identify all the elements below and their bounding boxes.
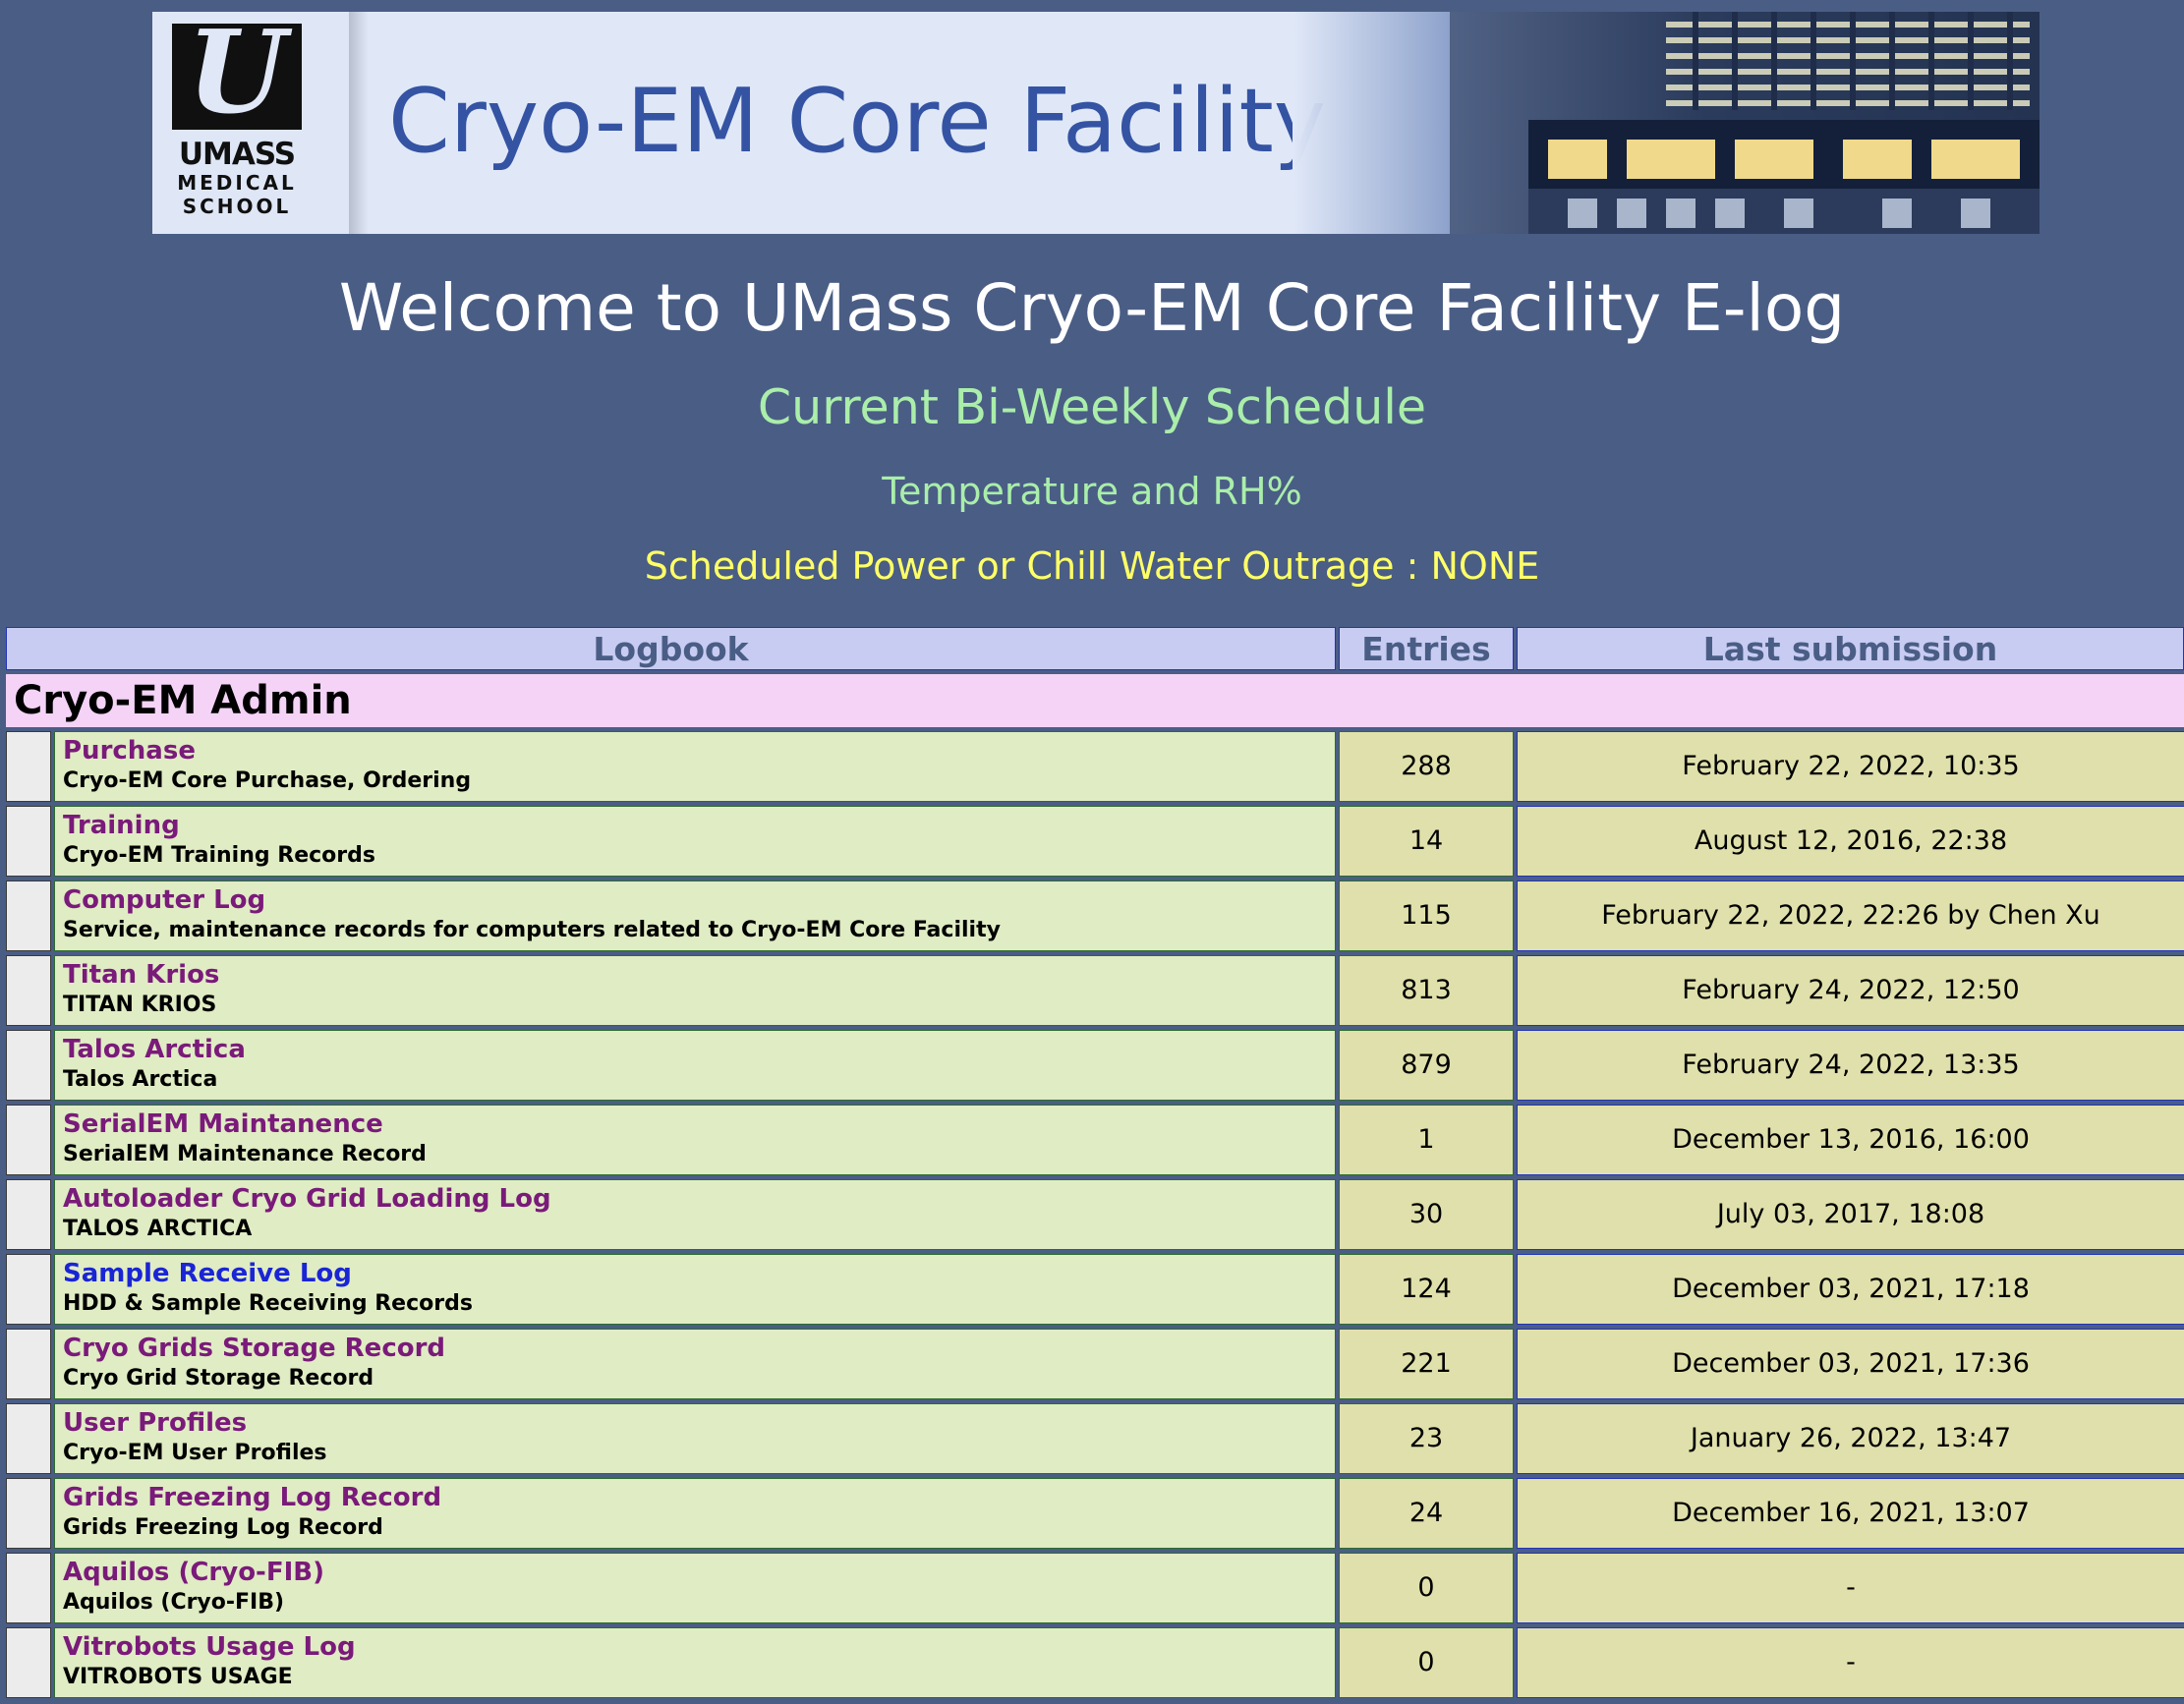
umass-logo[interactable]: U UMASS MEDICAL SCHOOL [152, 12, 352, 234]
last-submission: - [1517, 1627, 2184, 1698]
table-row: Purchase Cryo-EM Core Purchase, Ordering… [6, 731, 2184, 802]
banner: U UMASS MEDICAL SCHOOL Cryo-EM Core Faci… [152, 12, 2040, 234]
last-submission: February 24, 2022, 12:50 [1517, 955, 2184, 1026]
entries-count: 879 [1339, 1030, 1514, 1101]
logbook-description: Cryo-EM Training Records [63, 843, 375, 868]
entries-count: 288 [1339, 731, 1514, 802]
logbook-cell: Vitrobots Usage Log VITROBOTS USAGE [54, 1627, 1336, 1698]
logbook-cell: Training Cryo-EM Training Records [54, 806, 1336, 877]
logo-line-3: SCHOOL [182, 195, 292, 218]
logbook-link[interactable]: Cryo Grids Storage Record [63, 1330, 1335, 1364]
entries-count: 813 [1339, 955, 1514, 1026]
last-submission: December 03, 2021, 17:18 [1517, 1254, 2184, 1325]
table-row: Aquilos (Cryo-FIB) Aquilos (Cryo-FIB) 0 … [6, 1553, 2184, 1623]
outage-notice: Scheduled Power or Chill Water Outrage :… [644, 544, 1540, 588]
logbook-cell: Aquilos (Cryo-FIB) Aquilos (Cryo-FIB) [54, 1553, 1336, 1623]
column-header-entries: Entries [1339, 627, 1514, 670]
schedule-link[interactable]: Current Bi-Weekly Schedule [0, 373, 2184, 442]
logbook-description: SerialEM Maintenance Record [63, 1142, 427, 1166]
logbook-cell: User Profiles Cryo-EM User Profiles [54, 1403, 1336, 1474]
building-photo [1293, 12, 2040, 234]
table-row: Talos Arctica Talos Arctica 879 February… [6, 1030, 2184, 1101]
group-header-cryo-em-admin: Cryo-EM Admin [6, 674, 2184, 727]
banner-title: Cryo-EM Core Facility [388, 70, 1327, 173]
entries-count: 23 [1339, 1403, 1514, 1474]
logbook-link[interactable]: Training [63, 807, 1335, 841]
last-submission: December 03, 2021, 17:36 [1517, 1329, 2184, 1399]
entries-count: 0 [1339, 1553, 1514, 1623]
table-row: SerialEM Maintanence SerialEM Maintenanc… [6, 1105, 2184, 1175]
entries-count: 14 [1339, 806, 1514, 877]
page: U UMASS MEDICAL SCHOOL Cryo-EM Core Faci… [0, 0, 2184, 1704]
logo-divider [349, 12, 369, 234]
logbook-cell: Autoloader Cryo Grid Loading Log TALOS A… [54, 1179, 1336, 1250]
last-submission: February 24, 2022, 13:35 [1517, 1030, 2184, 1101]
logbook-link[interactable]: Sample Receive Log [63, 1255, 1335, 1289]
last-submission: December 16, 2021, 13:07 [1517, 1478, 2184, 1549]
logbook-description: Cryo-EM Core Purchase, Ordering [63, 768, 472, 793]
table-row: Vitrobots Usage Log VITROBOTS USAGE 0 - [6, 1627, 2184, 1698]
logbook-cell: Sample Receive Log HDD & Sample Receivin… [54, 1254, 1336, 1325]
logbook-description: Service, maintenance records for compute… [63, 918, 1001, 942]
last-submission: February 22, 2022, 10:35 [1517, 731, 2184, 802]
logbook-link[interactable]: Aquilos (Cryo-FIB) [63, 1554, 1335, 1588]
last-submission: July 03, 2017, 18:08 [1517, 1179, 2184, 1250]
table-row: Autoloader Cryo Grid Loading Log TALOS A… [6, 1179, 2184, 1250]
logbook-link[interactable]: Vitrobots Usage Log [63, 1628, 1335, 1663]
logbook-description: Cryo Grid Storage Record [63, 1366, 374, 1391]
logbook-link[interactable]: Grids Freezing Log Record [63, 1479, 1335, 1513]
entries-count: 30 [1339, 1179, 1514, 1250]
logbook-cell: Cryo Grids Storage Record Cryo Grid Stor… [54, 1329, 1336, 1399]
logbook-description: Cryo-EM User Profiles [63, 1441, 327, 1465]
logbook-description: VITROBOTS USAGE [63, 1665, 293, 1689]
logbook-description: Aquilos (Cryo-FIB) [63, 1590, 285, 1615]
logbook-cell: Titan Krios TITAN KRIOS [54, 955, 1336, 1026]
last-submission: January 26, 2022, 13:47 [1517, 1403, 2184, 1474]
last-submission: December 13, 2016, 16:00 [1517, 1105, 2184, 1175]
entries-count: 115 [1339, 880, 1514, 951]
umass-u-mark-icon: U [172, 16, 302, 130]
table-row: Sample Receive Log HDD & Sample Receivin… [6, 1254, 2184, 1325]
logbook-link[interactable]: SerialEM Maintanence [63, 1106, 1335, 1140]
entries-count: 221 [1339, 1329, 1514, 1399]
logbook-cell: SerialEM Maintanence SerialEM Maintenanc… [54, 1105, 1336, 1175]
logbook-link[interactable]: Talos Arctica [63, 1031, 1335, 1065]
logbook-description: TITAN KRIOS [63, 993, 217, 1017]
logbook-cell: Purchase Cryo-EM Core Purchase, Ordering [54, 731, 1336, 802]
logbook-description: Grids Freezing Log Record [63, 1515, 383, 1540]
logbook-link[interactable]: Purchase [63, 732, 1335, 767]
table-row: Titan Krios TITAN KRIOS 813 February 24,… [6, 955, 2184, 1026]
welcome-heading: Welcome to UMass Cryo-EM Core Facility E… [338, 270, 1846, 346]
entries-count: 0 [1339, 1627, 1514, 1698]
logbook-cell: Talos Arctica Talos Arctica [54, 1030, 1336, 1101]
logo-wordmark: UMASS MEDICAL SCHOOL [168, 138, 306, 218]
last-submission: August 12, 2016, 22:38 [1517, 806, 2184, 877]
table-row: User Profiles Cryo-EM User Profiles 23 J… [6, 1403, 2184, 1474]
logbook-description: TALOS ARCTICA [63, 1217, 253, 1241]
table-row: Grids Freezing Log Record Grids Freezing… [6, 1478, 2184, 1549]
logbook-cell: Computer Log Service, maintenance record… [54, 880, 1336, 951]
table-row: Cryo Grids Storage Record Cryo Grid Stor… [6, 1329, 2184, 1399]
logbook-description: Talos Arctica [63, 1067, 218, 1092]
logbook-link[interactable]: Titan Krios [63, 956, 1335, 991]
logbook-link[interactable]: Computer Log [63, 881, 1335, 916]
entries-count: 1 [1339, 1105, 1514, 1175]
building-illustration-icon [1450, 12, 2040, 234]
logbook-cell: Grids Freezing Log Record Grids Freezing… [54, 1478, 1336, 1549]
entries-count: 124 [1339, 1254, 1514, 1325]
logo-line-2: MEDICAL [177, 171, 297, 195]
logo-line-1: UMASS [178, 137, 296, 172]
logbook-link[interactable]: User Profiles [63, 1404, 1335, 1439]
last-submission: February 22, 2022, 22:26 by Chen Xu [1517, 880, 2184, 951]
column-header-logbook: Logbook [6, 627, 1336, 670]
last-submission: - [1517, 1553, 2184, 1623]
entries-count: 24 [1339, 1478, 1514, 1549]
temperature-link[interactable]: Temperature and RH% [0, 464, 2184, 519]
column-header-last-submission: Last submission [1517, 627, 2184, 670]
logbook-description: HDD & Sample Receiving Records [63, 1291, 473, 1316]
table-row: Training Cryo-EM Training Records 14 Aug… [6, 806, 2184, 877]
table-row: Computer Log Service, maintenance record… [6, 880, 2184, 951]
logbook-link[interactable]: Autoloader Cryo Grid Loading Log [63, 1180, 1335, 1215]
